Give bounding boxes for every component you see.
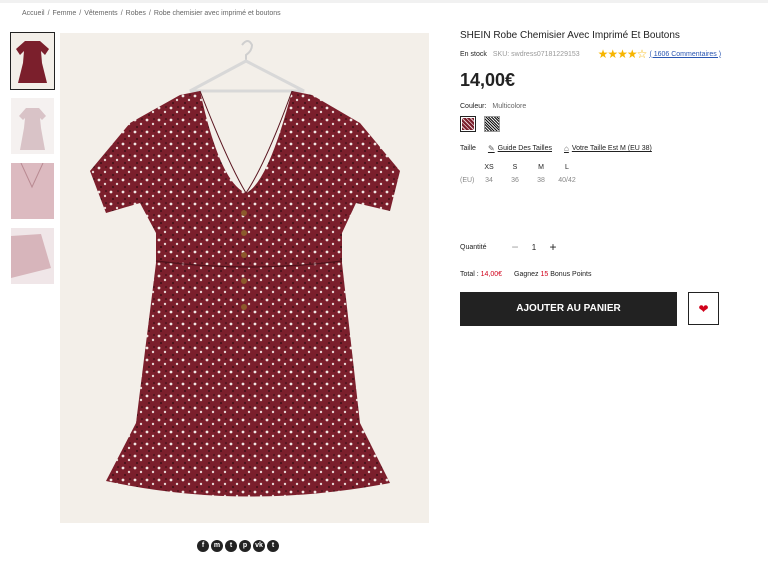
color-value: Multicolore — [492, 103, 527, 110]
messenger-icon[interactable]: m — [211, 540, 223, 552]
tumblr-icon[interactable]: t — [267, 540, 279, 552]
size-option-xs[interactable]: XS — [476, 164, 502, 171]
size-table: XS S M L (EU) 34 36 38 40/42 — [460, 161, 760, 187]
size-label: Taille — [460, 145, 476, 152]
vk-icon[interactable]: vk — [253, 540, 265, 552]
size-option-l[interactable]: L — [554, 164, 580, 171]
wishlist-button[interactable]: ❤ — [688, 292, 719, 325]
pinterest-icon[interactable]: p — [239, 540, 251, 552]
size-fit-text: Votre Taille Est M (EU 38) — [571, 145, 652, 152]
product-title: SHEIN Robe Chemisier Avec Imprimé Et Bou… — [460, 30, 680, 41]
size-fit-link[interactable]: ⌂ Votre Taille Est M (EU 38) — [564, 144, 652, 153]
facebook-icon[interactable]: f — [197, 540, 209, 552]
size-option-m[interactable]: M — [528, 164, 554, 171]
stock-status: En stock — [460, 50, 487, 58]
size-eu-xs: 34 — [485, 177, 493, 184]
add-to-cart-button[interactable]: AJOUTER AU PANIER — [460, 292, 677, 326]
product-meta: En stock SKU: swdress07181229153 ★★★★☆ (… — [460, 47, 760, 61]
size-eu-l: 40/42 — [558, 177, 576, 184]
total-amount: 14,00€ — [480, 271, 503, 278]
breadcrumb-separator: / — [47, 10, 50, 17]
twitter-icon[interactable]: t — [225, 540, 237, 552]
hanger-icon: ⌂ — [564, 144, 569, 153]
heart-icon: ❤ — [698, 301, 709, 316]
sku-text: SKU: swdress07181229153 — [492, 50, 580, 58]
color-label: Couleur: — [460, 103, 487, 110]
breadcrumb-home[interactable]: Accueil — [22, 10, 45, 17]
size-eu-m: 38 — [537, 177, 545, 184]
bonus-points-label: Bonus Points — [550, 271, 592, 278]
size-eu-s: 36 — [511, 177, 519, 184]
share-bar: f m t p vk t — [197, 540, 279, 552]
total-label: Total : — [460, 271, 479, 278]
quantity-label: Quantité — [460, 243, 487, 251]
thumbnail-front[interactable] — [10, 32, 55, 90]
color-selector: Couleur: Multicolore — [460, 103, 760, 132]
quantity-value[interactable]: 1 — [522, 243, 546, 252]
breadcrumb-current: Robe chemisier avec imprimé et boutons — [153, 10, 281, 17]
rating-stars-icon: ★★★★☆ — [597, 47, 648, 61]
total-summary: Total : 14,00€ Gagnez 15 Bonus Points — [460, 271, 592, 278]
thumbnail-model[interactable] — [11, 98, 54, 154]
breadcrumb-robes[interactable]: Robes — [126, 10, 146, 17]
size-guide-text: Guide Des Tailles — [497, 145, 552, 152]
thumbnail-list — [10, 32, 55, 293]
product-main-image[interactable] — [60, 33, 429, 523]
size-region-label: (EU) — [460, 177, 475, 184]
top-divider — [0, 0, 768, 3]
breadcrumb-separator: / — [120, 10, 123, 17]
breadcrumb-femme[interactable]: Femme — [53, 10, 77, 17]
bonus-points-value: 15 — [540, 271, 549, 278]
product-info: SHEIN Robe Chemisier Avec Imprimé Et Bou… — [460, 30, 760, 326]
color-swatch-burgundy[interactable] — [460, 116, 476, 132]
product-price: 14,00€ — [460, 70, 516, 90]
quantity-increase-button[interactable]: + — [546, 240, 560, 254]
quantity-stepper: Quantité − 1 + — [460, 240, 560, 254]
size-guide-link[interactable]: ✎ Guide Des Tailles — [488, 144, 552, 153]
reviews-link[interactable]: ( 1606 Commentaires ) — [649, 51, 721, 58]
color-swatch-black[interactable] — [484, 116, 500, 132]
breadcrumb: Accueil / Femme / Vêtements / Robes / Ro… — [22, 10, 281, 17]
ruler-icon: ✎ — [487, 144, 495, 153]
thumbnail-detail-collar[interactable] — [11, 163, 54, 219]
color-swatches — [460, 116, 760, 132]
size-option-s[interactable]: S — [502, 164, 528, 171]
earn-label: Gagnez — [514, 271, 539, 278]
breadcrumb-separator: / — [148, 10, 151, 17]
size-header: Taille ✎ Guide Des Tailles ⌂ Votre Taill… — [460, 144, 760, 153]
quantity-decrease-button[interactable]: − — [508, 240, 522, 254]
breadcrumb-vetements[interactable]: Vêtements — [84, 10, 117, 17]
thumbnail-detail-sleeve[interactable] — [11, 228, 54, 284]
breadcrumb-separator: / — [79, 10, 82, 17]
